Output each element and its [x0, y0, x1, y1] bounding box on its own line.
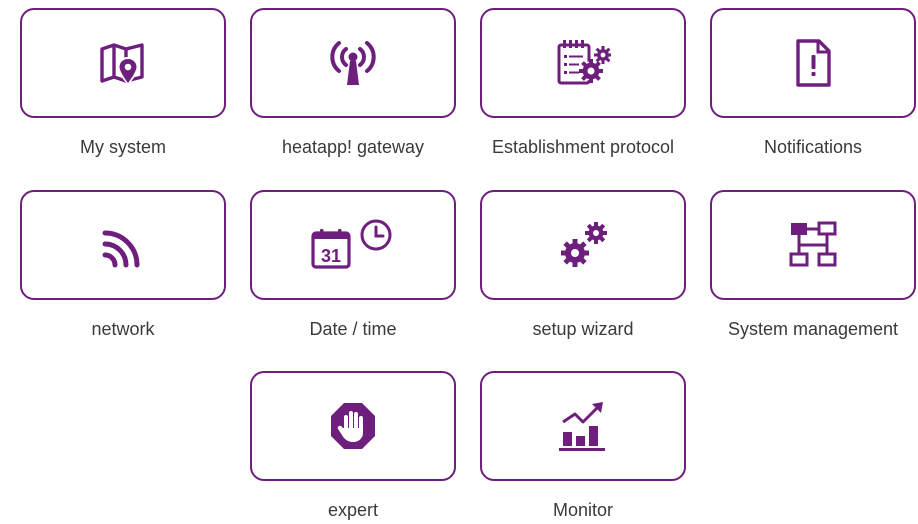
tile-label: Date / time [309, 319, 397, 339]
tile-heatapp-gateway-button[interactable] [250, 8, 456, 118]
wireless-signal-icon [95, 217, 151, 273]
tile-notifications[interactable]: Notifications [710, 8, 916, 181]
map-pin-icon [95, 35, 151, 91]
bar-chart-trend-icon [555, 398, 611, 454]
tile-expert-button[interactable] [250, 371, 456, 481]
tile-label: Monitor [552, 500, 614, 520]
tile-system-management-button[interactable] [710, 190, 916, 300]
calendar-clock-icon: 31 [310, 217, 396, 273]
tile-setup-wizard-button[interactable] [480, 190, 686, 300]
tile-notifications-button[interactable] [710, 8, 916, 118]
tile-label: setup wizard [532, 319, 634, 339]
notepad-gears-icon [555, 35, 611, 91]
network-hierarchy-icon [785, 217, 841, 273]
tile-my-system[interactable]: My system [20, 8, 226, 181]
svg-text:31: 31 [321, 246, 341, 266]
tile-date-time-button[interactable]: 31 [250, 190, 456, 300]
tile-system-management[interactable]: System management [710, 190, 916, 363]
tile-network[interactable]: network [20, 190, 226, 363]
gears-icon [555, 217, 611, 273]
antenna-broadcast-icon [325, 35, 381, 91]
tile-establishment-protocol-button[interactable] [480, 8, 686, 118]
tile-setup-wizard[interactable]: setup wizard [480, 190, 686, 363]
tile-monitor[interactable]: Monitor [480, 371, 686, 524]
tile-monitor-button[interactable] [480, 371, 686, 481]
tile-label: Notifications [763, 137, 863, 157]
tile-my-system-button[interactable] [20, 8, 226, 118]
tile-establishment-protocol[interactable]: Establishment protocol [480, 8, 686, 181]
tile-label: Establishment protocol [491, 137, 675, 157]
tile-date-time[interactable]: 31 Date / time [250, 190, 456, 363]
stop-hand-icon [325, 398, 381, 454]
tile-heatapp-gateway[interactable]: heatapp! gateway [250, 8, 456, 181]
tile-label: network [91, 319, 155, 339]
tile-label: heatapp! gateway [281, 137, 425, 157]
tile-expert[interactable]: expert [250, 371, 456, 524]
tile-label: expert [327, 500, 379, 520]
document-alert-icon [785, 35, 841, 91]
tile-label: System management [727, 319, 899, 339]
tile-network-button[interactable] [20, 190, 226, 300]
tile-label: My system [79, 137, 166, 157]
